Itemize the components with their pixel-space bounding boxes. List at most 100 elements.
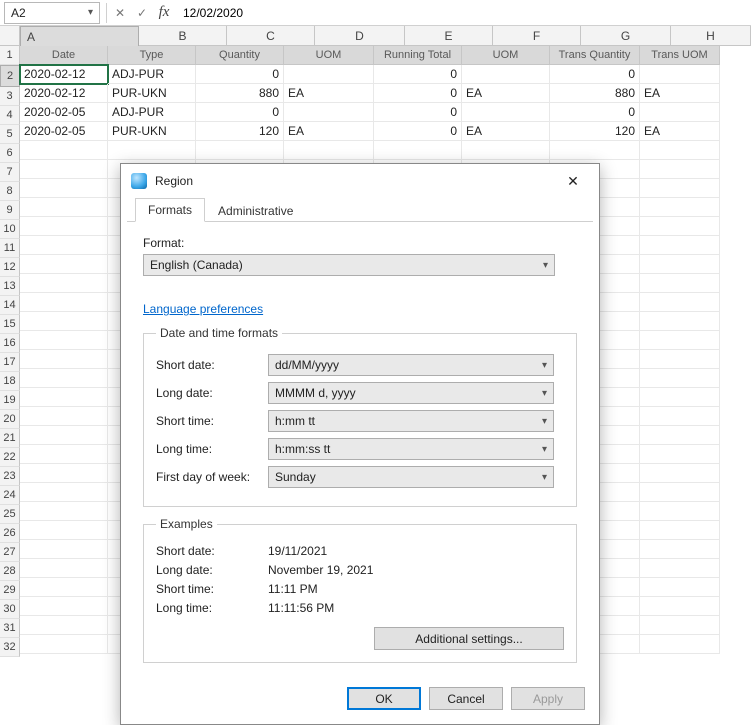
tab-administrative[interactable]: Administrative: [205, 199, 306, 222]
long-time-select[interactable]: h:mm:ss tt ▾: [268, 438, 554, 460]
col-header-G[interactable]: G: [581, 26, 671, 46]
row-header-22[interactable]: 22: [0, 448, 20, 467]
cell[interactable]: [20, 160, 108, 179]
row-header-4[interactable]: 4: [0, 106, 20, 125]
cell[interactable]: [640, 559, 720, 578]
cell[interactable]: [20, 483, 108, 502]
cell[interactable]: [20, 464, 108, 483]
cell[interactable]: 0: [374, 103, 462, 122]
cell[interactable]: [640, 350, 720, 369]
col-header-E[interactable]: E: [405, 26, 493, 46]
cell[interactable]: [108, 141, 196, 160]
cell[interactable]: [640, 293, 720, 312]
header-cell[interactable]: UOM: [284, 46, 374, 65]
header-cell[interactable]: Date: [20, 46, 108, 65]
header-cell[interactable]: Trans UOM: [640, 46, 720, 65]
cell[interactable]: [640, 255, 720, 274]
cell[interactable]: [374, 141, 462, 160]
cell[interactable]: EA: [284, 122, 374, 141]
cell[interactable]: [640, 597, 720, 616]
cell[interactable]: [20, 502, 108, 521]
row-header-24[interactable]: 24: [0, 486, 20, 505]
cell[interactable]: [640, 388, 720, 407]
cell[interactable]: [20, 331, 108, 350]
cell[interactable]: [20, 521, 108, 540]
row-header-5[interactable]: 5: [0, 125, 20, 144]
row-header-17[interactable]: 17: [0, 353, 20, 372]
cell[interactable]: [640, 445, 720, 464]
cell[interactable]: [196, 141, 284, 160]
row-header-28[interactable]: 28: [0, 562, 20, 581]
cell[interactable]: [462, 65, 550, 84]
additional-settings-button[interactable]: Additional settings...: [374, 627, 564, 650]
row-header-9[interactable]: 9: [0, 201, 20, 220]
cell[interactable]: [20, 350, 108, 369]
cell[interactable]: PUR-UKN: [108, 122, 196, 141]
row-header-30[interactable]: 30: [0, 600, 20, 619]
short-date-select[interactable]: dd/MM/yyyy ▾: [268, 354, 554, 376]
cell[interactable]: [284, 65, 374, 84]
row-header-32[interactable]: 32: [0, 638, 20, 657]
cell[interactable]: [20, 179, 108, 198]
col-header-D[interactable]: D: [315, 26, 405, 46]
col-header-C[interactable]: C: [227, 26, 315, 46]
cell[interactable]: 2020-02-05: [20, 103, 108, 122]
cell[interactable]: [640, 540, 720, 559]
row-header-27[interactable]: 27: [0, 543, 20, 562]
cell[interactable]: [20, 540, 108, 559]
cell[interactable]: [640, 312, 720, 331]
row-header-16[interactable]: 16: [0, 334, 20, 353]
cell[interactable]: 880: [550, 84, 640, 103]
cell[interactable]: 880: [196, 84, 284, 103]
row-header-15[interactable]: 15: [0, 315, 20, 334]
cell[interactable]: [640, 217, 720, 236]
cell[interactable]: [20, 255, 108, 274]
name-box[interactable]: A2 ▾: [4, 2, 100, 24]
cell[interactable]: 0: [196, 65, 284, 84]
cell[interactable]: EA: [284, 84, 374, 103]
row-header-19[interactable]: 19: [0, 391, 20, 410]
header-cell[interactable]: Type: [108, 46, 196, 65]
cell[interactable]: [640, 274, 720, 293]
cell[interactable]: [20, 407, 108, 426]
row-header-26[interactable]: 26: [0, 524, 20, 543]
short-time-select[interactable]: h:mm tt ▾: [268, 410, 554, 432]
cell[interactable]: 0: [550, 103, 640, 122]
cell[interactable]: [640, 407, 720, 426]
row-header-8[interactable]: 8: [0, 182, 20, 201]
cell[interactable]: [462, 141, 550, 160]
cell[interactable]: [640, 236, 720, 255]
cancel-formula-button[interactable]: ✕: [109, 2, 131, 24]
row-header-10[interactable]: 10: [0, 220, 20, 239]
cell[interactable]: 0: [550, 65, 640, 84]
row-header-13[interactable]: 13: [0, 277, 20, 296]
col-header-F[interactable]: F: [493, 26, 581, 46]
cell[interactable]: [640, 616, 720, 635]
cell[interactable]: [640, 179, 720, 198]
tab-formats[interactable]: Formats: [135, 198, 205, 222]
row-header-1[interactable]: 1: [0, 46, 20, 65]
cell[interactable]: [640, 141, 720, 160]
cell[interactable]: 0: [196, 103, 284, 122]
dialog-titlebar[interactable]: Region ✕: [121, 164, 599, 198]
cell[interactable]: [20, 141, 108, 160]
cell[interactable]: ADJ-PUR: [108, 65, 196, 84]
cell[interactable]: ADJ-PUR: [108, 103, 196, 122]
language-preferences-link[interactable]: Language preferences: [143, 302, 263, 316]
close-icon[interactable]: ✕: [553, 169, 593, 193]
row-header-20[interactable]: 20: [0, 410, 20, 429]
cell[interactable]: 2020-02-05: [20, 122, 108, 141]
row-header-3[interactable]: 3: [0, 87, 20, 106]
header-cell[interactable]: Trans Quantity: [550, 46, 640, 65]
row-header-12[interactable]: 12: [0, 258, 20, 277]
select-all-corner[interactable]: [0, 26, 20, 46]
cell[interactable]: 0: [374, 65, 462, 84]
cell[interactable]: 2020-02-12: [20, 65, 108, 84]
row-header-2[interactable]: 2: [0, 65, 20, 87]
cell[interactable]: [640, 635, 720, 654]
row-header-31[interactable]: 31: [0, 619, 20, 638]
cell[interactable]: 120: [550, 122, 640, 141]
cell[interactable]: 120: [196, 122, 284, 141]
cell[interactable]: [640, 502, 720, 521]
cell[interactable]: [20, 312, 108, 331]
